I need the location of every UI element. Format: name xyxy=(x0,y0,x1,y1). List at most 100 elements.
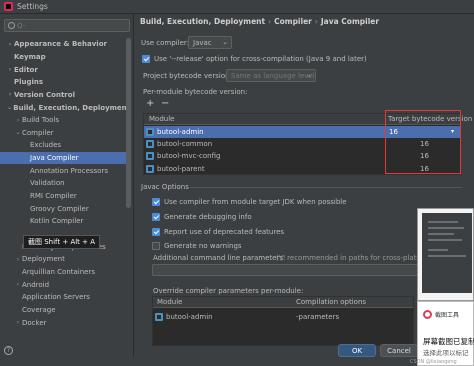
chevron-right-icon: › xyxy=(16,116,20,124)
screenshot-preview[interactable] xyxy=(417,208,474,301)
settings-sidebar: ›Appearance & BehaviorKeymap›EditorPlugi… xyxy=(0,14,134,357)
sidebar-item[interactable]: ⌄ Compiler xyxy=(0,127,130,140)
column-header-module[interactable]: Module xyxy=(157,298,182,306)
module-icon xyxy=(155,313,163,321)
sidebar-item[interactable]: Java Compiler xyxy=(0,151,130,165)
additional-params-input[interactable] xyxy=(152,264,462,276)
javac-option-label: Use compiler from module target JDK when… xyxy=(164,198,347,206)
bottom-bar xyxy=(0,357,474,366)
sidebar-item-label: Application Servers xyxy=(22,293,90,302)
javac-option-label: Generate debugging info xyxy=(164,212,252,221)
use-compiler-select[interactable]: Javac ⌄ xyxy=(188,36,232,49)
snip-sub-message: 选择此项以标记 xyxy=(423,349,469,357)
sidebar-item-label: Arquillian Containers xyxy=(22,267,96,276)
preview-line xyxy=(428,249,448,251)
sidebar-item[interactable]: Groovy Compiler xyxy=(0,202,130,215)
help-icon[interactable]: ? xyxy=(4,346,13,355)
column-header-compilation-options[interactable]: Compilation options xyxy=(296,298,366,306)
chevron-right-icon: › xyxy=(8,66,12,74)
column-header-module[interactable]: Module xyxy=(149,115,174,123)
sidebar-item[interactable]: › Docker xyxy=(0,316,130,329)
chevron-down-icon: ⌄ xyxy=(306,71,312,79)
preview-line xyxy=(428,227,464,229)
sidebar-item-label: Validation xyxy=(30,179,65,188)
ok-button[interactable]: OK xyxy=(338,344,376,357)
snip-app-row: 截图工具 xyxy=(423,310,459,319)
module-cell: butool-common xyxy=(157,140,213,149)
sidebar-item[interactable]: Annotation Processors xyxy=(0,165,130,178)
module-icon xyxy=(146,128,154,136)
module-icon xyxy=(146,140,154,149)
remove-module-button[interactable]: − xyxy=(161,98,169,109)
search-icon xyxy=(8,22,15,29)
project-bytecode-value: Same as language level xyxy=(231,71,315,80)
sidebar-item-label: Editor xyxy=(14,65,38,74)
sidebar-item[interactable]: ⌄ Build, Execution, Deployment xyxy=(0,101,130,114)
sidebar-item[interactable]: › Deployment xyxy=(0,253,130,266)
sidebar-item-label: Keymap xyxy=(14,52,46,61)
breadcrumb-separator-icon: › xyxy=(268,17,272,26)
per-module-label: Per-module bytecode version: xyxy=(143,88,248,96)
sidebar-item[interactable]: Keymap xyxy=(0,51,130,64)
section-divider xyxy=(190,187,462,188)
project-bytecode-select[interactable]: Same as language level ⌄ xyxy=(226,69,316,82)
module-cell: butool-mvc-config xyxy=(157,152,221,161)
sidebar-item[interactable]: › Version Control xyxy=(0,89,130,102)
additional-params-label: Additional command line parameters: xyxy=(153,254,286,262)
sidebar-item[interactable]: Plugins xyxy=(0,76,130,89)
add-module-button[interactable]: + xyxy=(146,98,154,109)
preview-line xyxy=(428,233,454,235)
sidebar-scrollbar[interactable] xyxy=(126,38,131,208)
sidebar-item[interactable]: Application Servers xyxy=(0,291,130,304)
sidebar-item-label: Java Compiler xyxy=(30,154,79,163)
override-label: Override compiler parameters per-module: xyxy=(153,287,304,295)
sidebar-item-label: Appearance & Behavior xyxy=(14,40,107,49)
chevron-right-icon: › xyxy=(8,40,12,48)
sidebar-item-label: Coverage xyxy=(22,305,56,314)
javac-option-checkbox[interactable] xyxy=(152,227,160,236)
module-icon xyxy=(146,164,154,173)
javac-option-label: Report use of deprecated features xyxy=(164,227,285,236)
javac-option-checkbox[interactable] xyxy=(152,242,160,251)
sidebar-item[interactable]: Kotlin Compiler xyxy=(0,215,130,228)
release-option-checkbox[interactable] xyxy=(142,55,150,63)
window-title: Settings xyxy=(17,2,48,11)
settings-search-input[interactable] xyxy=(17,21,117,30)
sidebar-item[interactable]: Validation xyxy=(0,177,130,190)
sidebar-item[interactable]: RMI Compiler xyxy=(0,190,130,203)
breadcrumb-item[interactable]: Compiler xyxy=(274,17,312,26)
sidebar-item[interactable]: › Editor xyxy=(0,63,130,76)
snip-message: 屏幕截图已复制 xyxy=(423,337,474,346)
cancel-button[interactable]: Cancel xyxy=(380,344,418,357)
breadcrumb-item[interactable]: Build, Execution, Deployment xyxy=(140,17,265,26)
sidebar-item[interactable]: › Android xyxy=(0,278,130,291)
sidebar-item-label: Groovy Compiler xyxy=(30,204,89,213)
settings-search[interactable] xyxy=(4,19,130,32)
chevron-right-icon: › xyxy=(16,319,20,327)
snip-notification[interactable]: 截图工具 屏幕截图已复制 选择此项以标记 xyxy=(417,301,474,366)
sidebar-item[interactable]: Excludes xyxy=(0,139,130,152)
preview-line xyxy=(428,239,462,241)
use-compiler-value: Javac xyxy=(193,38,212,47)
chevron-down-icon: ⌄ xyxy=(7,104,13,112)
sidebar-item-label: Android xyxy=(22,280,50,289)
sidebar-item[interactable]: Coverage xyxy=(0,304,130,317)
sidebar-item[interactable]: › Build Tools xyxy=(0,114,130,127)
chevron-right-icon: › xyxy=(8,91,12,99)
chevron-down-icon: ⌄ xyxy=(15,129,21,137)
snip-app-name: 截图工具 xyxy=(435,312,460,319)
sidebar-item-label: RMI Compiler xyxy=(30,192,77,201)
chevron-right-icon: › xyxy=(16,255,20,263)
release-option-label: Use '--release' option for cross-compila… xyxy=(154,55,367,63)
javac-option-checkbox[interactable] xyxy=(152,198,160,206)
javac-option-checkbox[interactable] xyxy=(152,212,160,221)
use-compiler-label: Use compiler: xyxy=(141,39,190,47)
sidebar-item[interactable]: › Appearance & Behavior xyxy=(0,38,130,51)
module-icon xyxy=(146,152,154,161)
title-bar: Settings xyxy=(0,0,474,14)
table-row[interactable]: butool-admin -parameters xyxy=(153,311,413,323)
snip-shortcut-tooltip: 截图 Shift + Alt + A xyxy=(23,235,101,249)
javac-options-title: Javac Options xyxy=(141,183,189,191)
module-cell: butool-parent xyxy=(157,164,205,173)
sidebar-item[interactable]: Arquillian Containers xyxy=(0,266,130,279)
